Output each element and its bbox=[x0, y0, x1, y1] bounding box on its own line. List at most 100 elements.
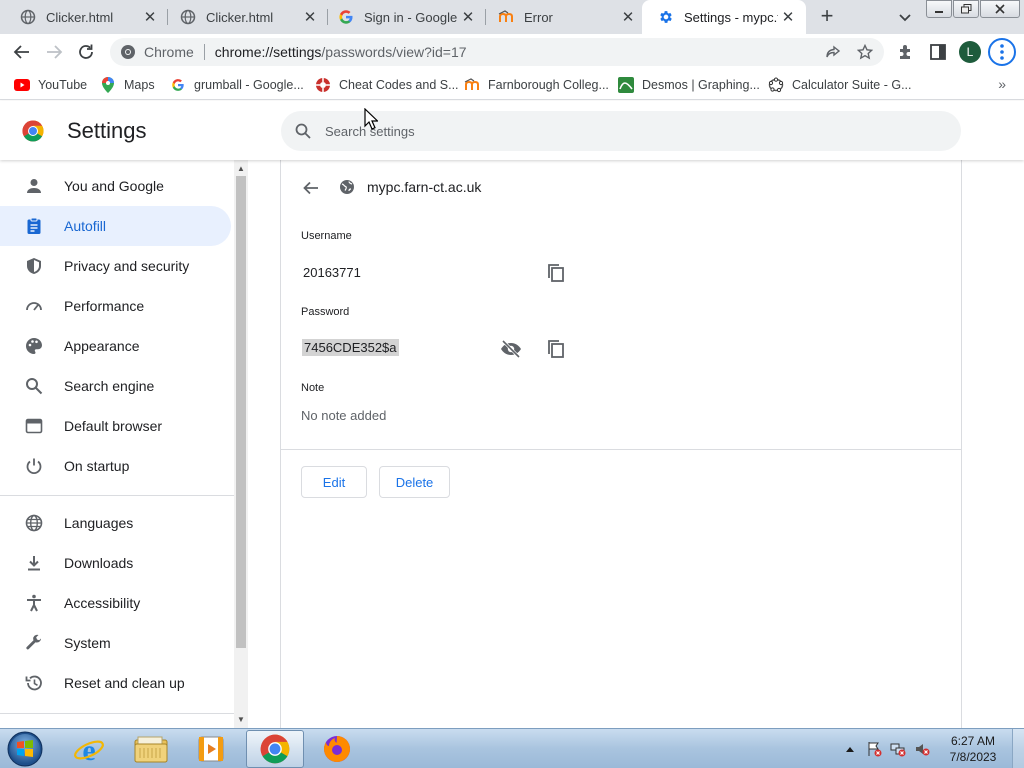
hide-password-eye-icon[interactable] bbox=[500, 338, 522, 360]
edit-button[interactable]: Edit bbox=[301, 466, 367, 498]
tab-title: Clicker.html bbox=[206, 9, 274, 25]
sidebar-item-downloads[interactable]: Downloads bbox=[0, 543, 231, 583]
share-icon[interactable] bbox=[824, 43, 842, 61]
more-bookmarks-icon[interactable]: » bbox=[998, 76, 1006, 92]
taskbar-chrome-icon[interactable] bbox=[246, 730, 304, 768]
username-label: Username bbox=[301, 230, 352, 242]
minimize-button[interactable] bbox=[926, 0, 952, 18]
bookmark-label: YouTube bbox=[38, 78, 88, 92]
clock-date: 7/8/2023 bbox=[949, 750, 997, 764]
scroll-up-arrow-icon[interactable]: ▲ bbox=[234, 161, 248, 175]
sidebar-item-you-and-google[interactable]: You and Google bbox=[0, 166, 231, 206]
scroll-down-arrow-icon[interactable]: ▼ bbox=[234, 712, 248, 726]
bookmark-grumball[interactable]: grumball - Google... bbox=[170, 76, 304, 94]
cheat-codes-icon bbox=[315, 77, 331, 93]
sidebar-item-label: Languages bbox=[64, 515, 134, 531]
search-settings-box[interactable] bbox=[281, 111, 961, 151]
accessibility-icon bbox=[24, 593, 44, 613]
reload-button[interactable] bbox=[76, 42, 96, 62]
scrollbar-thumb[interactable] bbox=[236, 176, 246, 648]
sidebar-item-appearance[interactable]: Appearance bbox=[0, 326, 231, 366]
search-settings-input[interactable] bbox=[325, 123, 925, 139]
windows-taskbar: e 6:27 AM 7/8/2023 bbox=[0, 728, 1024, 768]
taskbar-clock[interactable]: 6:27 AM 7/8/2023 bbox=[938, 733, 1008, 765]
sidebar-item-languages[interactable]: Languages bbox=[0, 503, 231, 543]
search-icon bbox=[24, 376, 44, 396]
sidebar-item-privacy[interactable]: Privacy and security bbox=[0, 246, 231, 286]
restore-icon bbox=[24, 673, 44, 693]
bookmark-desmos[interactable]: Desmos | Graphing... bbox=[618, 76, 760, 94]
sidebar-item-reset[interactable]: Reset and clean up bbox=[0, 663, 231, 703]
chrome-menu-kebab-icon[interactable] bbox=[988, 38, 1016, 66]
close-tab-icon[interactable]: ✕ bbox=[140, 7, 160, 27]
sidebar-item-performance[interactable]: Performance bbox=[0, 286, 231, 326]
window-controls bbox=[925, 0, 1020, 18]
sidebar-item-label: Reset and clean up bbox=[64, 675, 185, 691]
action-center-flag-icon[interactable] bbox=[866, 741, 882, 757]
bookmark-youtube[interactable]: YouTube bbox=[14, 76, 87, 94]
taskbar-internet-explorer-icon[interactable]: e bbox=[60, 730, 118, 768]
sidebar-item-search-engine[interactable]: Search engine bbox=[0, 366, 231, 406]
search-icon bbox=[293, 121, 313, 141]
extensions-puzzle-icon[interactable] bbox=[896, 42, 916, 62]
power-icon bbox=[24, 456, 44, 476]
address-bar[interactable]: Chrome chrome://settings/passwords/view?… bbox=[110, 38, 884, 66]
show-hidden-icons-icon[interactable] bbox=[842, 741, 858, 757]
close-window-button[interactable] bbox=[980, 0, 1020, 18]
profile-avatar[interactable]: L bbox=[959, 41, 981, 63]
browser-window-icon bbox=[24, 416, 44, 436]
close-tab-icon[interactable]: ✕ bbox=[618, 7, 638, 27]
forward-button[interactable] bbox=[44, 42, 64, 62]
close-tab-icon[interactable]: ✕ bbox=[300, 7, 320, 27]
youtube-icon bbox=[14, 77, 30, 93]
tab-google-signin[interactable]: Sign in - Google A ✕ bbox=[318, 0, 486, 34]
chrome-site-icon bbox=[120, 44, 136, 60]
start-button[interactable] bbox=[4, 729, 46, 768]
tab-error[interactable]: Error ✕ bbox=[478, 0, 646, 34]
password-value[interactable]: 7456CDE352$a bbox=[302, 339, 399, 356]
sidebar-item-accessibility[interactable]: Accessibility bbox=[0, 583, 231, 623]
sidebar-item-default-browser[interactable]: Default browser bbox=[0, 406, 231, 446]
network-icon[interactable] bbox=[890, 741, 906, 757]
tab-settings[interactable]: Settings - mypc.fa ✕ bbox=[642, 0, 806, 34]
sidebar-item-label: Privacy and security bbox=[64, 258, 190, 274]
close-tab-icon[interactable]: ✕ bbox=[458, 7, 478, 27]
taskbar-file-explorer-icon[interactable] bbox=[122, 730, 180, 768]
shield-icon bbox=[24, 256, 44, 276]
bookmark-maps[interactable]: Maps bbox=[100, 76, 155, 94]
tab-clicker-2[interactable]: Clicker.html ✕ bbox=[160, 0, 328, 34]
bookmark-cheat-codes[interactable]: Cheat Codes and S... bbox=[315, 76, 459, 94]
taskbar-firefox-icon[interactable] bbox=[308, 730, 366, 768]
volume-muted-icon[interactable] bbox=[914, 741, 930, 757]
mouse-cursor-icon bbox=[364, 107, 379, 130]
sidebar-divider bbox=[0, 713, 234, 714]
side-panel-icon[interactable] bbox=[928, 42, 948, 62]
close-tab-icon[interactable]: ✕ bbox=[778, 7, 798, 27]
copy-password-icon[interactable] bbox=[545, 338, 567, 360]
back-button[interactable] bbox=[12, 42, 32, 62]
tab-clicker-1[interactable]: Clicker.html ✕ bbox=[0, 0, 168, 34]
omnibox-divider bbox=[203, 44, 205, 60]
clipboard-icon bbox=[24, 216, 44, 236]
bookmark-label: grumball - Google... bbox=[194, 78, 304, 92]
sidebar-item-autofill[interactable]: Autofill bbox=[0, 206, 231, 246]
bookmark-star-icon[interactable] bbox=[856, 43, 874, 61]
sidebar-item-system[interactable]: System bbox=[0, 623, 231, 663]
back-arrow-icon[interactable] bbox=[301, 178, 321, 198]
url-text[interactable]: chrome://settings/passwords/view?id=17 bbox=[215, 44, 467, 60]
sidebar-scrollbar[interactable]: ▲ ▼ bbox=[234, 160, 248, 728]
note-label: Note bbox=[301, 382, 325, 394]
maximize-button[interactable] bbox=[953, 0, 979, 18]
taskbar-media-player-icon[interactable] bbox=[182, 730, 240, 768]
bookmark-calculator-suite[interactable]: Calculator Suite - G... bbox=[768, 76, 912, 94]
tab-search-chevron-icon[interactable] bbox=[896, 8, 914, 26]
new-tab-button[interactable]: + bbox=[816, 5, 838, 28]
delete-button[interactable]: Delete bbox=[379, 466, 450, 498]
bookmark-farnborough[interactable]: Farnborough Colleg... bbox=[464, 76, 609, 94]
url-path: /passwords/view?id=17 bbox=[321, 44, 467, 60]
copy-username-icon[interactable] bbox=[545, 262, 567, 284]
sidebar-item-label: Accessibility bbox=[64, 595, 141, 611]
sidebar-item-on-startup[interactable]: On startup bbox=[0, 446, 231, 486]
show-desktop-button[interactable] bbox=[1012, 729, 1024, 768]
username-value[interactable]: 20163771 bbox=[303, 265, 361, 280]
